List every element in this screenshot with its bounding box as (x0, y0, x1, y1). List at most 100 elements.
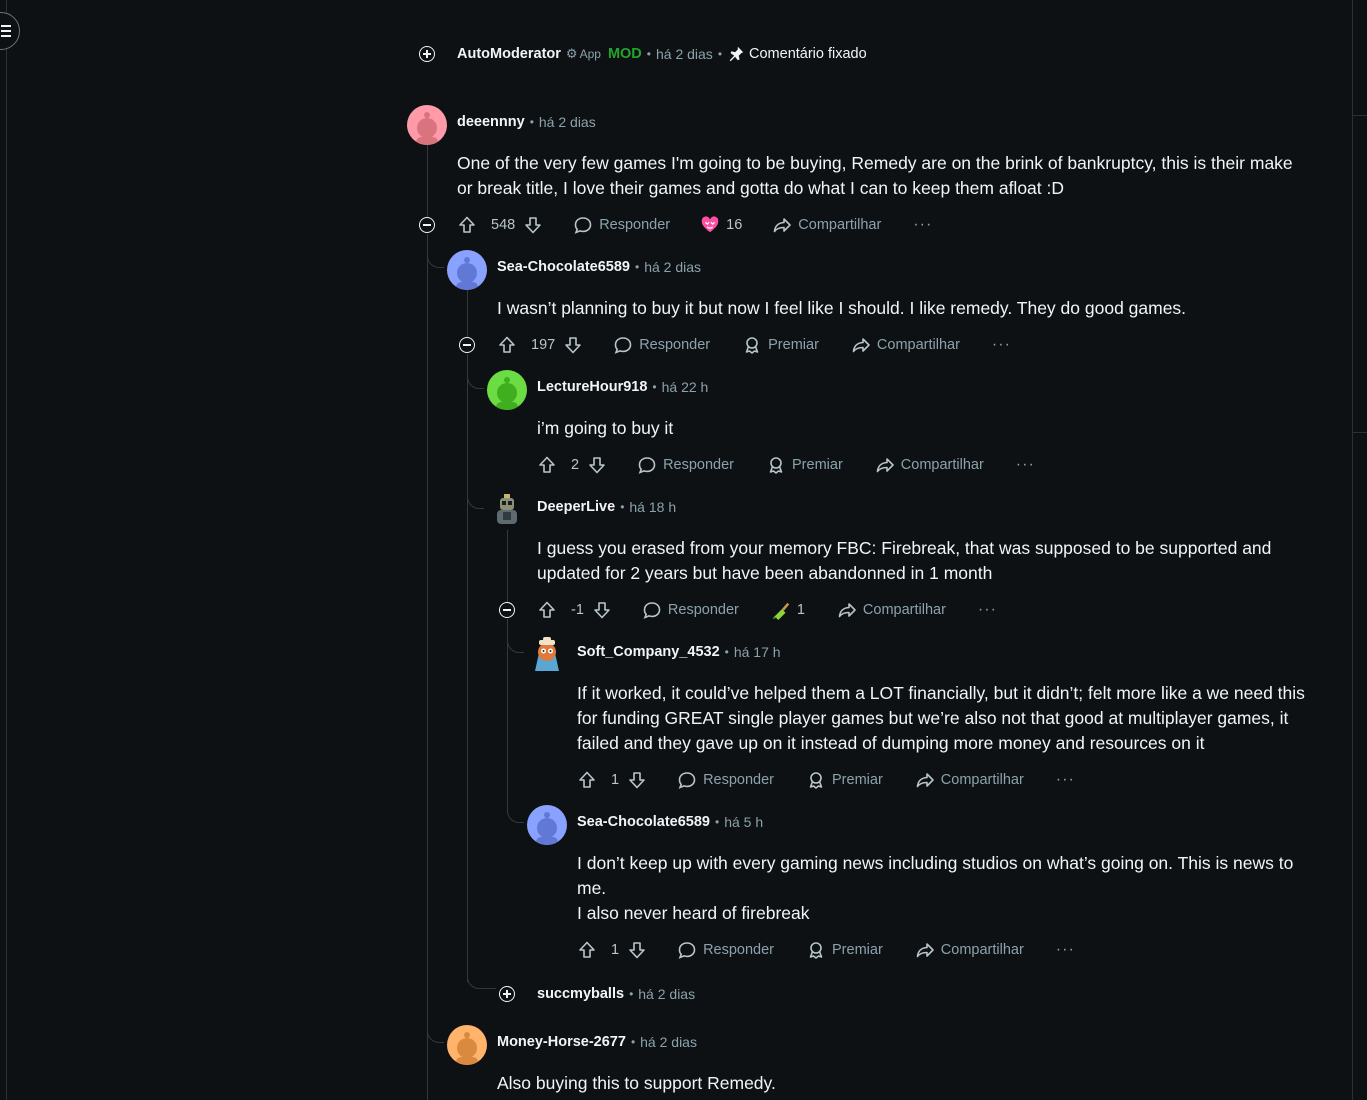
upvote-icon (459, 216, 475, 233)
author-name[interactable]: Money-Horse-2677 (497, 1034, 626, 1050)
share-button[interactable]: Compartilhar (875, 455, 984, 475)
share-button[interactable]: Compartilhar (915, 770, 1024, 790)
avatar[interactable] (487, 490, 527, 530)
downvote-button[interactable] (627, 940, 653, 960)
comment-body: I wasn’t planning to buy it but now I fe… (497, 298, 1187, 318)
timestamp: há 2 dias (655, 46, 713, 62)
upvote-icon (579, 941, 595, 958)
separator-dot: • (717, 47, 723, 61)
more-options-button[interactable]: ··· (1056, 771, 1075, 789)
more-options-button[interactable]: ··· (992, 336, 1011, 354)
avatar[interactable] (447, 250, 487, 290)
author-name[interactable]: DeeperLive (537, 499, 615, 515)
collapse-comment-button[interactable] (419, 217, 435, 233)
app-label: App (579, 47, 601, 61)
upvote-button[interactable] (577, 770, 603, 790)
menu-toggle-button[interactable] (0, 12, 20, 50)
comment-body: One of the very few games I'm going to b… (457, 153, 1293, 198)
reply-button[interactable]: Responder (613, 335, 710, 355)
share-icon (916, 943, 934, 958)
collapse-comment-button[interactable] (499, 602, 515, 618)
comment-body: I don’t keep up with every gaming news i… (577, 851, 1307, 926)
author-name[interactable]: Sea-Chocolate6589 (577, 814, 710, 830)
timestamp: há 2 dias (638, 986, 696, 1002)
award-button[interactable]: Premiar (742, 335, 819, 355)
separator-dot: • (620, 500, 625, 514)
downvote-button[interactable] (587, 455, 613, 475)
thread-line (467, 288, 468, 338)
reply-button[interactable]: Responder (642, 600, 739, 620)
downvote-button[interactable] (627, 770, 653, 790)
upvote-button[interactable] (457, 215, 483, 235)
avatar[interactable] (407, 105, 447, 145)
comment-paragraph: I don’t keep up with every gaming news i… (577, 853, 1294, 898)
comment-body: Also buying this to support Remedy. (497, 1073, 776, 1093)
vote-score: -1 (571, 602, 584, 618)
downvote-button[interactable] (563, 335, 589, 355)
award-button[interactable]: Premiar (766, 455, 843, 475)
downvote-button[interactable] (523, 215, 549, 235)
share-icon (916, 773, 934, 788)
share-icon (876, 458, 894, 473)
upvote-button[interactable] (537, 600, 563, 620)
reply-icon (678, 942, 696, 959)
reply-icon (643, 602, 661, 619)
avatar[interactable] (447, 1025, 487, 1065)
more-options-button[interactable]: ··· (1016, 456, 1035, 474)
award-count[interactable]: 16 (700, 215, 742, 235)
right-rail-mark (1353, 432, 1367, 433)
award-icon (769, 457, 783, 474)
more-options-button[interactable]: ··· (913, 216, 932, 234)
separator-dot: • (646, 47, 651, 61)
reply-button[interactable]: Responder (677, 770, 774, 790)
share-button[interactable]: Compartilhar (772, 215, 881, 235)
award-button[interactable]: Premiar (806, 940, 883, 960)
reply-icon (574, 217, 592, 234)
reply-button[interactable]: Responder (573, 215, 670, 235)
upvote-icon (539, 601, 555, 618)
vote-score: 2 (571, 457, 580, 473)
avatar[interactable] (487, 370, 527, 410)
author-name[interactable]: AutoModerator (457, 46, 561, 62)
reply-icon (614, 337, 632, 354)
share-button[interactable]: Compartilhar (837, 600, 946, 620)
downvote-icon (629, 772, 645, 789)
separator-dot: • (724, 645, 729, 659)
author-name[interactable]: deeennny (457, 114, 525, 130)
more-options-button[interactable]: ··· (1056, 941, 1075, 959)
award-icon (745, 337, 759, 354)
upvote-button[interactable] (497, 335, 523, 355)
award-count[interactable]: 1 (771, 600, 805, 620)
downvote-button[interactable] (592, 600, 618, 620)
avatar[interactable] (527, 805, 567, 845)
author-name[interactable]: Sea-Chocolate6589 (497, 259, 630, 275)
author-name[interactable]: Soft_Company_4532 (577, 644, 720, 660)
timestamp: há 5 h (724, 814, 764, 830)
reply-button[interactable]: Responder (677, 940, 774, 960)
comment-actions: 197 Responder Premiar Compartilhar ··· (497, 332, 1011, 358)
thread-branch (467, 494, 484, 509)
more-options-button[interactable]: ··· (978, 601, 997, 619)
reply-button[interactable]: Responder (637, 455, 734, 475)
avatar[interactable] (527, 635, 567, 675)
author-name[interactable]: LectureHour918 (537, 379, 647, 395)
share-button[interactable]: Compartilhar (915, 940, 1024, 960)
collapse-comment-button[interactable] (459, 337, 475, 353)
award-button[interactable]: Premiar (806, 770, 883, 790)
thread-line (467, 354, 468, 982)
author-name[interactable]: succmyballs (537, 986, 624, 1002)
vote-score: 1 (611, 772, 620, 788)
upvote-icon (579, 771, 595, 788)
share-button[interactable]: Compartilhar (851, 335, 960, 355)
thread-branch (427, 1028, 444, 1043)
thread-line (427, 234, 428, 1100)
vote-score: 197 (531, 337, 556, 353)
thread-branch (427, 253, 444, 268)
upvote-button[interactable] (537, 455, 563, 475)
timestamp: há 2 dias (640, 1034, 697, 1050)
expand-comment-button[interactable] (499, 986, 515, 1002)
award-icon (809, 772, 823, 789)
separator-dot: • (629, 987, 634, 1001)
upvote-button[interactable] (577, 940, 603, 960)
expand-comment-button[interactable] (419, 46, 435, 62)
